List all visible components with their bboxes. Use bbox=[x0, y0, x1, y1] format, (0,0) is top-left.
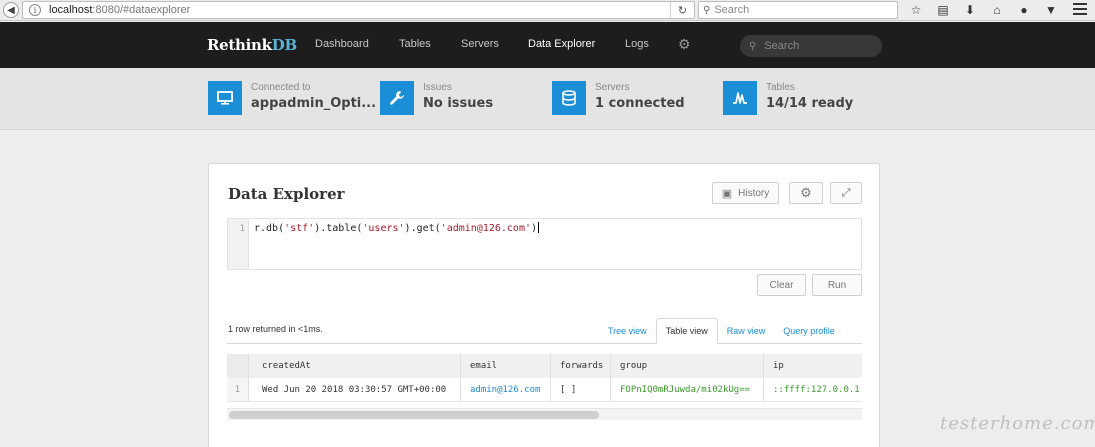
query-part: ).get( bbox=[404, 223, 441, 234]
rownum-header bbox=[227, 354, 249, 378]
history-button[interactable]: ▣ History bbox=[712, 182, 779, 204]
query-part: ).table( bbox=[314, 223, 363, 234]
data-explorer-panel: Data Explorer ▣ History ⚙ ⤢ 1 r.db('stf'… bbox=[208, 163, 880, 447]
activity-icon bbox=[723, 81, 757, 115]
nav-data-explorer[interactable]: Data Explorer bbox=[528, 38, 595, 50]
status-value[interactable]: 14/14 ready bbox=[766, 96, 853, 111]
tab-raw-view[interactable]: Raw view bbox=[718, 318, 775, 344]
back-icon[interactable]: ◀ bbox=[3, 2, 19, 18]
search-icon: ⚲ bbox=[749, 40, 757, 52]
brand-accent: DB bbox=[271, 36, 297, 54]
url-host: localhost bbox=[49, 4, 93, 16]
status-value[interactable]: 1 connected bbox=[595, 96, 685, 111]
nav-tables[interactable]: Tables bbox=[399, 38, 431, 50]
status-issues: Issues No issues bbox=[380, 81, 493, 115]
status-connected: Connected to appadmin_Opti... bbox=[208, 81, 376, 115]
gear-icon: ⚙ bbox=[800, 185, 812, 200]
query-editor[interactable]: 1 r.db('stf').table('users').get('admin@… bbox=[227, 218, 862, 270]
settings-button[interactable]: ⚙ bbox=[789, 182, 823, 204]
cell-email: admin@126.com bbox=[461, 378, 551, 401]
status-value[interactable]: appadmin_Opti... bbox=[251, 96, 376, 111]
reload-icon[interactable]: ↻ bbox=[670, 2, 694, 18]
chat-icon[interactable]: ● bbox=[1016, 2, 1032, 18]
page-title: Data Explorer bbox=[228, 185, 345, 203]
nav-dashboard[interactable]: Dashboard bbox=[315, 38, 369, 50]
browser-search-placeholder: Search bbox=[714, 4, 750, 16]
brand-logo[interactable]: RethinkDB bbox=[207, 36, 297, 54]
clear-button[interactable]: Clear bbox=[757, 274, 806, 296]
wrench-icon bbox=[380, 81, 414, 115]
query-text[interactable]: r.db('stf').table('users').get('admin@12… bbox=[254, 222, 540, 234]
nav-logs[interactable]: Logs bbox=[625, 38, 649, 50]
horizontal-scrollbar[interactable] bbox=[227, 408, 862, 420]
nav-search-input[interactable]: ⚲ Search bbox=[740, 35, 882, 57]
query-part: r.db( bbox=[254, 223, 285, 234]
status-value[interactable]: No issues bbox=[423, 96, 493, 111]
url-text: localhost:8080/#dataexplorer bbox=[49, 4, 190, 16]
status-tables: Tables 14/14 ready bbox=[723, 81, 853, 115]
tab-table-view[interactable]: Table view bbox=[655, 318, 718, 344]
watermark: testerhome.com bbox=[940, 413, 1095, 434]
status-label: Tables bbox=[766, 82, 795, 93]
expand-icon: ⤢ bbox=[841, 186, 851, 199]
url-path: :8080/#dataexplorer bbox=[92, 4, 191, 16]
query-string: 'admin@126.com' bbox=[440, 223, 531, 234]
status-label: Connected to bbox=[251, 82, 311, 93]
column-header[interactable]: createdAt bbox=[249, 354, 461, 378]
cell-ip: ::ffff:127.0.0.1 bbox=[773, 384, 860, 395]
monitor-icon bbox=[208, 81, 242, 115]
cell-group: FOPnIQ0mRJuwda/mi02kUg== bbox=[611, 378, 764, 401]
status-label: Servers bbox=[595, 82, 630, 93]
results-table: createdAt email forwards group ip 1 Wed … bbox=[227, 354, 862, 402]
nav-servers[interactable]: Servers bbox=[461, 38, 499, 50]
column-header[interactable]: forwards bbox=[551, 354, 611, 378]
column-header[interactable]: email bbox=[461, 354, 551, 378]
home-icon[interactable]: ⌂ bbox=[989, 2, 1005, 18]
browser-toolbar: ◀ i localhost:8080/#dataexplorer ↻ ⚲ Sea… bbox=[0, 0, 1095, 21]
query-part: ) bbox=[530, 223, 538, 234]
download-icon[interactable]: ⬇ bbox=[962, 2, 978, 18]
status-label: Issues bbox=[423, 82, 452, 93]
brand-main: Rethink bbox=[207, 36, 272, 54]
status-servers: Servers 1 connected bbox=[552, 81, 685, 115]
result-summary: 1 row returned in <1ms. bbox=[228, 324, 323, 334]
tab-query-profile[interactable]: Query profile bbox=[774, 318, 844, 344]
history-icon: ▣ bbox=[721, 187, 733, 200]
address-bar[interactable]: i localhost:8080/#dataexplorer ↻ bbox=[22, 1, 695, 19]
scroll-thumb[interactable] bbox=[229, 411, 599, 419]
row-index: 1 bbox=[227, 378, 249, 401]
query-string: 'stf' bbox=[284, 223, 315, 234]
browser-search-input[interactable]: ⚲ Search bbox=[698, 1, 898, 19]
cell-createdAt: Wed Jun 20 2018 03:30:57 GMT+00:00 bbox=[249, 378, 461, 401]
table-header: createdAt email forwards group ip bbox=[227, 354, 862, 378]
bookmark-star-icon[interactable]: ☆ bbox=[908, 2, 924, 18]
table-row: 1 Wed Jun 20 2018 03:30:57 GMT+00:00 adm… bbox=[227, 378, 862, 402]
status-bar: Connected to appadmin_Opti... Issues No … bbox=[0, 68, 1095, 130]
database-icon bbox=[552, 81, 586, 115]
search-icon: ⚲ bbox=[703, 4, 711, 16]
text-cursor bbox=[538, 222, 540, 233]
clipboard-icon[interactable]: ▤ bbox=[935, 2, 951, 18]
app-navbar: RethinkDB Dashboard Tables Servers Data … bbox=[0, 22, 1095, 68]
column-header[interactable]: ip bbox=[764, 354, 862, 378]
query-string: 'users' bbox=[362, 223, 405, 234]
nav-search-placeholder: Search bbox=[764, 40, 800, 52]
cell-forwards: [ ] bbox=[551, 378, 611, 401]
info-icon[interactable]: i bbox=[29, 4, 41, 16]
history-label: History bbox=[738, 187, 770, 199]
line-number: 1 bbox=[228, 219, 249, 269]
tab-tree-view[interactable]: Tree view bbox=[599, 318, 656, 344]
settings-gear-icon[interactable]: ⚙ bbox=[678, 36, 691, 53]
fullscreen-button[interactable]: ⤢ bbox=[830, 182, 862, 204]
result-view-tabs: Tree view Table view Raw view Query prof… bbox=[599, 318, 844, 344]
column-header[interactable]: group bbox=[611, 354, 764, 378]
menu-icon[interactable] bbox=[1073, 3, 1087, 15]
run-button[interactable]: Run bbox=[812, 274, 862, 296]
pocket-icon[interactable]: ▼ bbox=[1043, 2, 1059, 18]
